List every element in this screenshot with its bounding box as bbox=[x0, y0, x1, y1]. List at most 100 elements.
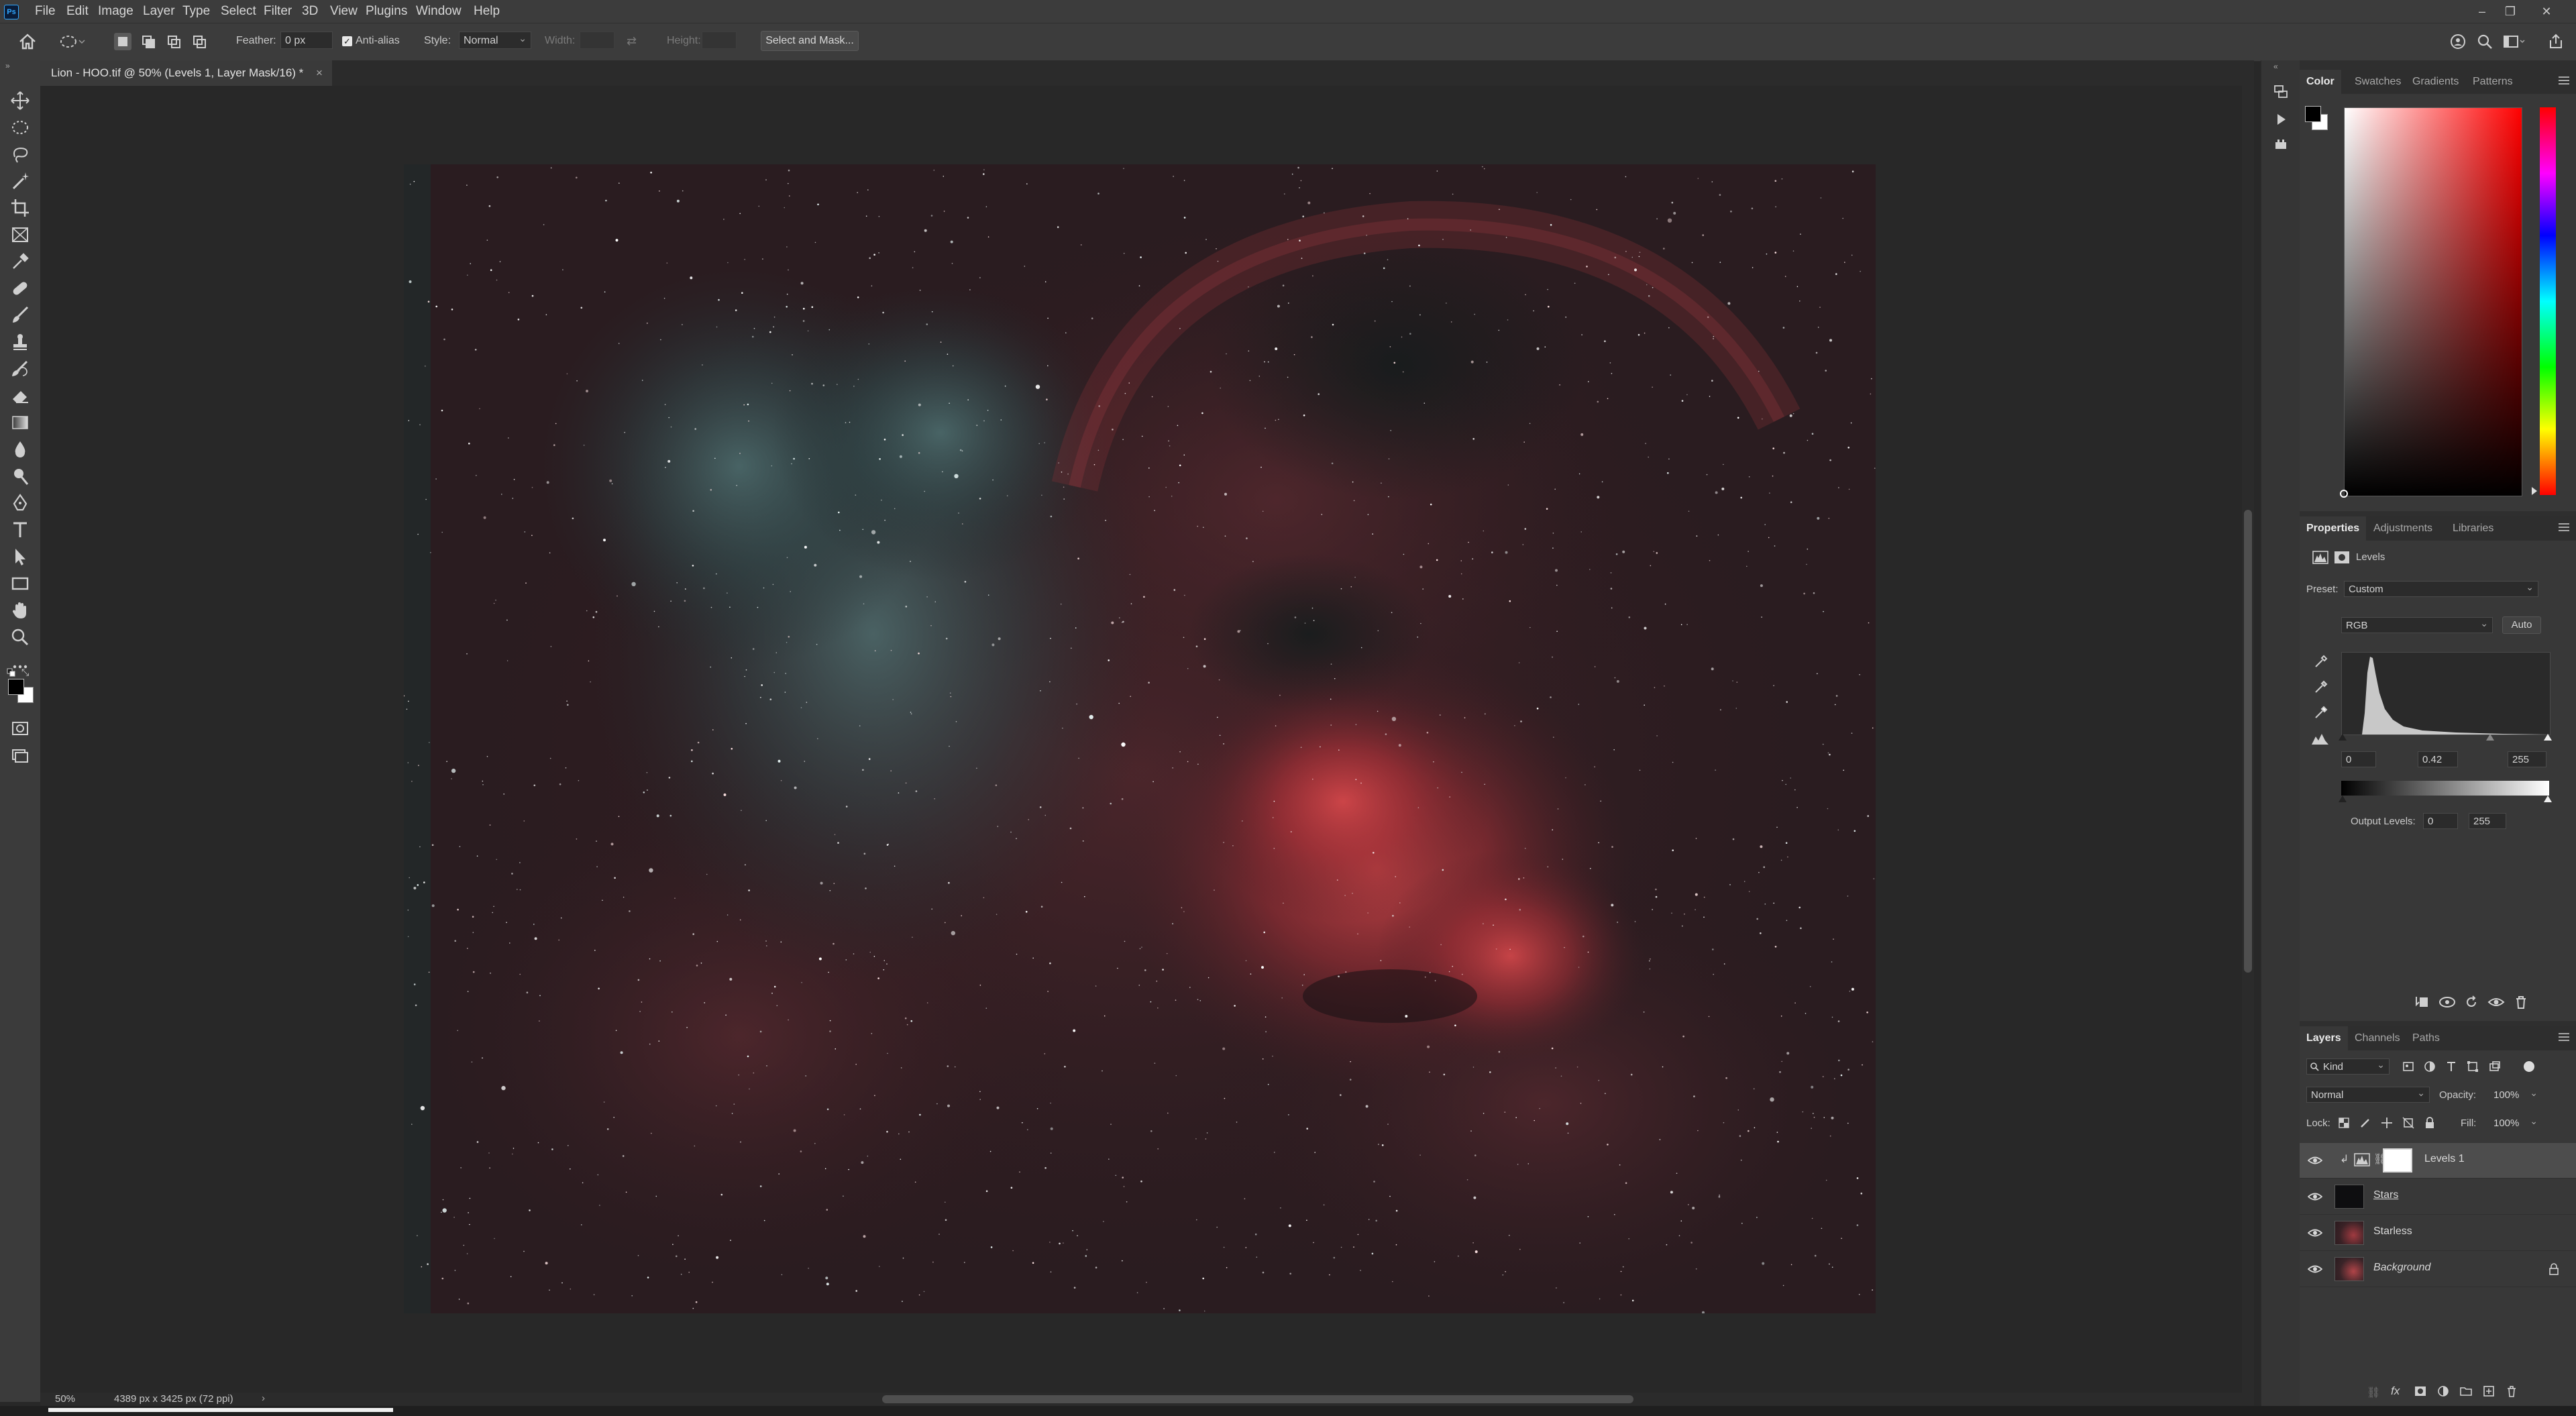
clipping-warning-icon[interactable] bbox=[2310, 731, 2330, 746]
fill-field[interactable]: 100% bbox=[2489, 1113, 2542, 1131]
output-black-slider[interactable] bbox=[2339, 796, 2347, 802]
document-tab[interactable]: Lion - HOO.tif @ 50% (Levels 1, Layer Ma… bbox=[40, 60, 332, 86]
type-tool-icon[interactable] bbox=[9, 519, 31, 541]
screen-mode-icon[interactable] bbox=[9, 745, 31, 766]
saturation-brightness-field[interactable] bbox=[2344, 107, 2522, 496]
eyedropper-tool-icon[interactable] bbox=[9, 251, 31, 272]
tab-swatches[interactable]: Swatches bbox=[2355, 70, 2401, 94]
input-gamma-field[interactable]: 0.42 bbox=[2418, 751, 2458, 767]
minimize-icon[interactable]: – bbox=[2469, 0, 2496, 23]
layer-name[interactable]: Starless bbox=[2373, 1226, 2412, 1238]
collapse-toolbar-icon[interactable]: » bbox=[5, 62, 19, 70]
spot-healing-tool-icon[interactable] bbox=[9, 278, 31, 299]
color-panel-menu-icon[interactable] bbox=[2559, 76, 2569, 86]
layer-name[interactable]: Background bbox=[2373, 1262, 2430, 1274]
tab-paths[interactable]: Paths bbox=[2412, 1026, 2440, 1050]
menu-plugins[interactable]: Plugins bbox=[366, 0, 407, 23]
status-menu-arrow[interactable]: › bbox=[262, 1393, 265, 1404]
menu-type[interactable]: Type bbox=[182, 0, 210, 23]
tab-channels[interactable]: Channels bbox=[2355, 1026, 2400, 1050]
new-adjustment-layer-icon[interactable] bbox=[2436, 1384, 2450, 1398]
antialias-checkbox[interactable]: ✓ bbox=[342, 36, 352, 46]
actions-play-icon[interactable] bbox=[2273, 111, 2289, 127]
subtract-selection-icon[interactable] bbox=[165, 33, 182, 50]
lock-position-icon[interactable] bbox=[2380, 1116, 2394, 1130]
output-black-field[interactable]: 0 bbox=[2423, 813, 2458, 829]
pen-tool-icon[interactable] bbox=[9, 492, 31, 514]
filter-type-icon[interactable] bbox=[2445, 1060, 2458, 1073]
clone-stamp-tool-icon[interactable] bbox=[9, 331, 31, 353]
white-point-eyedropper-icon[interactable] bbox=[2313, 704, 2329, 720]
gradient-tool-icon[interactable] bbox=[9, 412, 31, 433]
layer-mask-icon[interactable] bbox=[2333, 550, 2351, 565]
dodge-tool-icon[interactable] bbox=[9, 466, 31, 487]
new-selection-icon[interactable] bbox=[114, 33, 131, 50]
share-icon[interactable] bbox=[2546, 32, 2565, 51]
auto-button[interactable]: Auto bbox=[2502, 616, 2541, 634]
layer-thumbnail[interactable] bbox=[2334, 1185, 2364, 1209]
height-input[interactable] bbox=[702, 32, 737, 49]
new-layer-icon[interactable] bbox=[2482, 1384, 2496, 1398]
lock-all-icon[interactable] bbox=[2423, 1116, 2436, 1130]
close-window-icon[interactable]: ✕ bbox=[2533, 0, 2560, 23]
input-black-slider[interactable] bbox=[2339, 734, 2347, 741]
menu-window[interactable]: Window bbox=[416, 0, 462, 23]
feather-input[interactable]: 0 px bbox=[280, 32, 333, 49]
lasso-tool-icon[interactable] bbox=[9, 144, 31, 165]
hue-slider-marker[interactable] bbox=[2532, 487, 2537, 495]
menu-file[interactable]: File bbox=[35, 0, 56, 23]
input-gamma-slider[interactable] bbox=[2486, 734, 2494, 741]
close-tab-icon[interactable]: × bbox=[316, 66, 323, 79]
menu-filter[interactable]: Filter bbox=[264, 0, 292, 23]
horizontal-scroll-thumb[interactable] bbox=[882, 1395, 1633, 1403]
layer-row-starless[interactable]: Starless bbox=[2300, 1215, 2576, 1251]
foreground-color-swatch[interactable] bbox=[8, 679, 24, 695]
layer-row-stars[interactable]: Stars bbox=[2300, 1179, 2576, 1215]
plugins-panel-icon[interactable] bbox=[2273, 138, 2289, 152]
input-white-slider[interactable] bbox=[2544, 734, 2552, 741]
filter-pixel-icon[interactable] bbox=[2402, 1060, 2415, 1073]
layer-style-fx-icon[interactable]: fx bbox=[2391, 1384, 2400, 1398]
tab-properties[interactable]: Properties bbox=[2300, 516, 2367, 541]
lock-pixels-icon[interactable] bbox=[2359, 1116, 2372, 1130]
brush-tool-icon[interactable] bbox=[9, 305, 31, 326]
magic-wand-tool-icon[interactable] bbox=[9, 170, 31, 192]
tab-libraries[interactable]: Libraries bbox=[2453, 516, 2493, 541]
layer-mask-thumbnail[interactable] bbox=[2383, 1148, 2412, 1173]
new-group-icon[interactable] bbox=[2459, 1384, 2473, 1398]
gray-point-eyedropper-icon[interactable] bbox=[2313, 679, 2329, 695]
reset-adjustment-icon[interactable] bbox=[2463, 994, 2479, 1010]
eraser-tool-icon[interactable] bbox=[9, 385, 31, 406]
menu-select[interactable]: Select bbox=[221, 0, 256, 23]
tab-patterns[interactable]: Patterns bbox=[2473, 70, 2513, 94]
preset-select[interactable]: Custom bbox=[2344, 579, 2538, 597]
output-white-field[interactable]: 255 bbox=[2469, 813, 2506, 829]
elliptical-marquee-tool-icon[interactable] bbox=[9, 117, 31, 138]
input-black-field[interactable]: 0 bbox=[2341, 751, 2376, 767]
black-point-eyedropper-icon[interactable] bbox=[2313, 653, 2329, 669]
tab-color[interactable]: Color bbox=[2300, 70, 2341, 94]
hue-slider[interactable] bbox=[2540, 107, 2556, 495]
view-previous-state-icon[interactable] bbox=[2438, 994, 2457, 1010]
link-layers-icon[interactable]: ⛓ bbox=[2367, 1386, 2380, 1399]
photoshop-logo[interactable]: Ps bbox=[4, 5, 19, 19]
properties-panel-menu-icon[interactable] bbox=[2559, 523, 2569, 533]
menu-view[interactable]: View bbox=[330, 0, 358, 23]
menu-3d[interactable]: 3D bbox=[302, 0, 318, 23]
add-selection-icon[interactable] bbox=[140, 33, 157, 50]
tab-gradients[interactable]: Gradients bbox=[2412, 70, 2459, 94]
expand-panels-icon[interactable]: « bbox=[2273, 62, 2278, 71]
learn-icon[interactable] bbox=[2449, 32, 2467, 51]
intersect-selection-icon[interactable] bbox=[191, 33, 208, 50]
layer-thumbnail[interactable] bbox=[2334, 1257, 2364, 1281]
toggle-visibility-icon[interactable] bbox=[2487, 994, 2505, 1010]
blur-tool-icon[interactable] bbox=[9, 439, 31, 460]
move-tool-icon[interactable] bbox=[9, 90, 31, 111]
crop-tool-icon[interactable] bbox=[9, 197, 31, 219]
style-select[interactable]: Normal bbox=[459, 30, 531, 49]
marquee-preset-icon[interactable] bbox=[59, 32, 86, 51]
zoom-tool-icon[interactable] bbox=[9, 627, 31, 648]
menu-help[interactable]: Help bbox=[474, 0, 500, 23]
filter-smart-object-icon[interactable] bbox=[2487, 1060, 2501, 1073]
restore-icon[interactable]: ❐ bbox=[2497, 0, 2524, 23]
